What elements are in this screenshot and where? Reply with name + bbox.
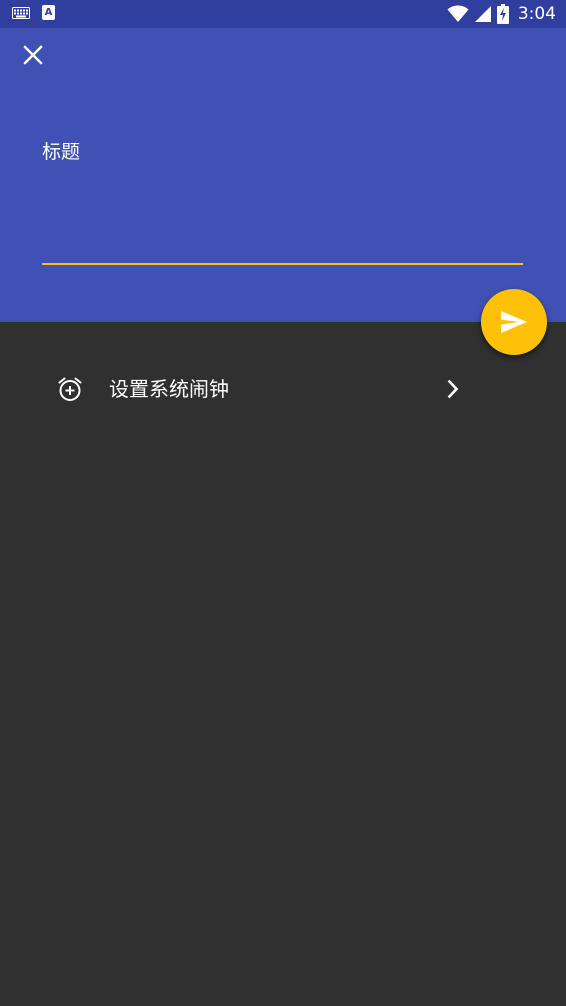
close-icon xyxy=(23,45,43,65)
editor-header xyxy=(0,28,566,322)
send-icon xyxy=(501,311,527,333)
cell-signal-icon xyxy=(474,6,491,22)
set-system-alarm-label: 设置系统闹钟 xyxy=(109,377,229,401)
wifi-icon xyxy=(447,5,469,22)
keyboard-icon xyxy=(12,6,30,19)
close-button[interactable] xyxy=(17,39,49,71)
send-button[interactable] xyxy=(481,289,547,355)
alarm-add-icon xyxy=(58,377,82,401)
status-bar: A 3:04 xyxy=(0,0,566,28)
title-input[interactable] xyxy=(42,136,523,168)
chevron-right-icon xyxy=(447,379,459,399)
status-time: 3:04 xyxy=(517,4,556,24)
status-bar-left: A xyxy=(12,5,55,20)
title-input-underline xyxy=(42,263,523,265)
a-app-icon: A xyxy=(42,5,55,20)
status-bar-right: 3:04 xyxy=(447,3,556,25)
set-system-alarm-row[interactable]: 设置系统闹钟 xyxy=(0,355,566,423)
battery-charging-icon xyxy=(496,4,509,24)
